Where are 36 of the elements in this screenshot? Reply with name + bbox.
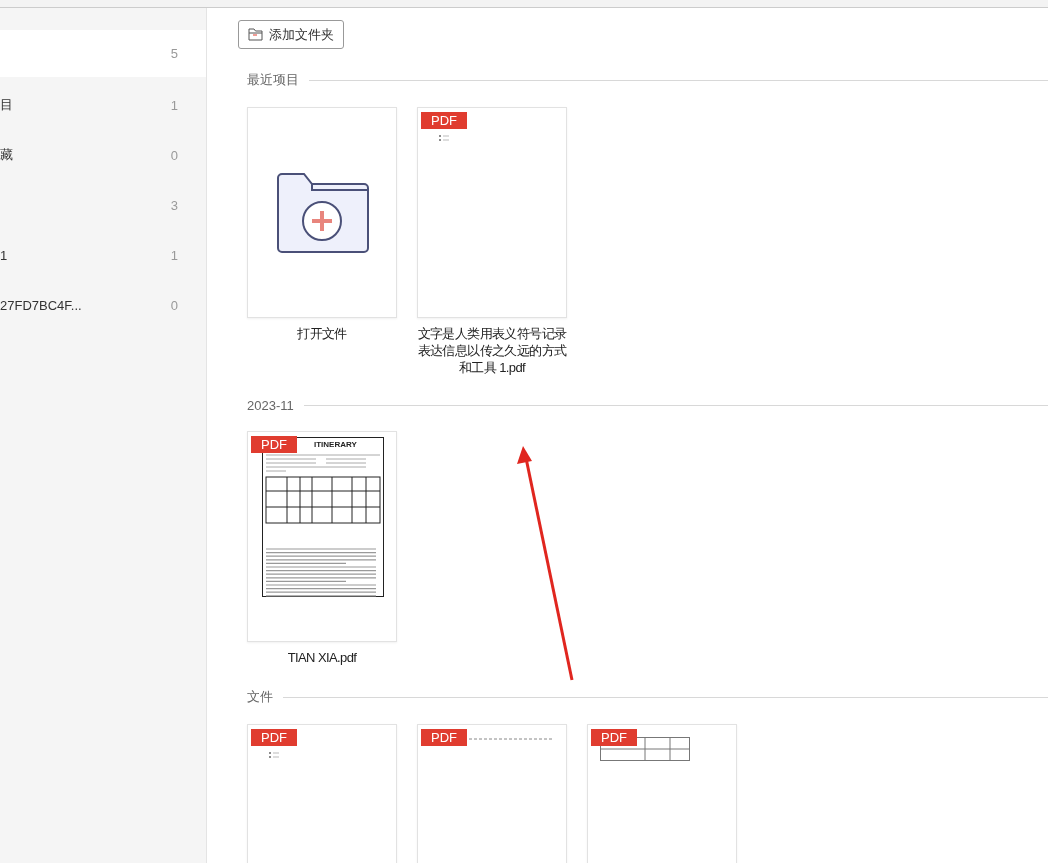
add-folder-button[interactable]: 添加文件夹 [238, 20, 344, 49]
file-card[interactable] [247, 107, 397, 318]
file-type-badge: PDF [251, 729, 297, 746]
sidebar-item-label: 目 [0, 96, 13, 114]
item-count: 1 [170, 97, 178, 113]
folder-add-icon [276, 172, 370, 254]
document-thumbnail-drawing [268, 751, 282, 759]
section-title: 2023-11 [247, 398, 294, 413]
file-name: TIAN XIA.pdf [286, 649, 358, 666]
sidebar-item-label: 藏 [0, 146, 13, 164]
folder-icon [248, 28, 263, 41]
item-count: 1 [170, 247, 178, 263]
file-type-badge: PDF [421, 112, 467, 129]
file-card[interactable]: PDF [417, 107, 567, 318]
section-title: 文件 [247, 688, 273, 706]
file-card[interactable]: PDF [587, 724, 737, 863]
file-card[interactable]: PDF ITINERARY [247, 431, 397, 642]
item-count: 0 [170, 147, 178, 163]
sidebar-item[interactable]: 藏 0 [0, 130, 206, 180]
page-heading: ITINERARY [314, 440, 357, 449]
sidebar-item[interactable]: 目 1 [0, 80, 206, 130]
file-type-badge: PDF [421, 729, 467, 746]
item-count: 3 [170, 197, 178, 213]
sidebar-item[interactable]: 1 1 [0, 230, 206, 280]
document-thumbnail-drawing [438, 134, 452, 142]
section-title: 最近项目 [247, 71, 299, 89]
file-name: 文字是人类用表义符号记录表达信息以传之久远的方式和工具 1.pdf [416, 325, 568, 376]
item-count: 5 [170, 46, 178, 61]
item-count: 0 [170, 297, 178, 313]
sidebar-item-label: 27FD7BC4F... [0, 297, 82, 313]
file-type-badge: PDF [251, 436, 297, 453]
file-name: 打开文件 [296, 325, 348, 342]
sidebar-item[interactable]: 27FD7BC4F... 0 [0, 280, 206, 330]
file-card[interactable]: PDF [247, 724, 397, 863]
file-type-badge: PDF [591, 729, 637, 746]
sidebar-item-label: 1 [0, 247, 8, 263]
